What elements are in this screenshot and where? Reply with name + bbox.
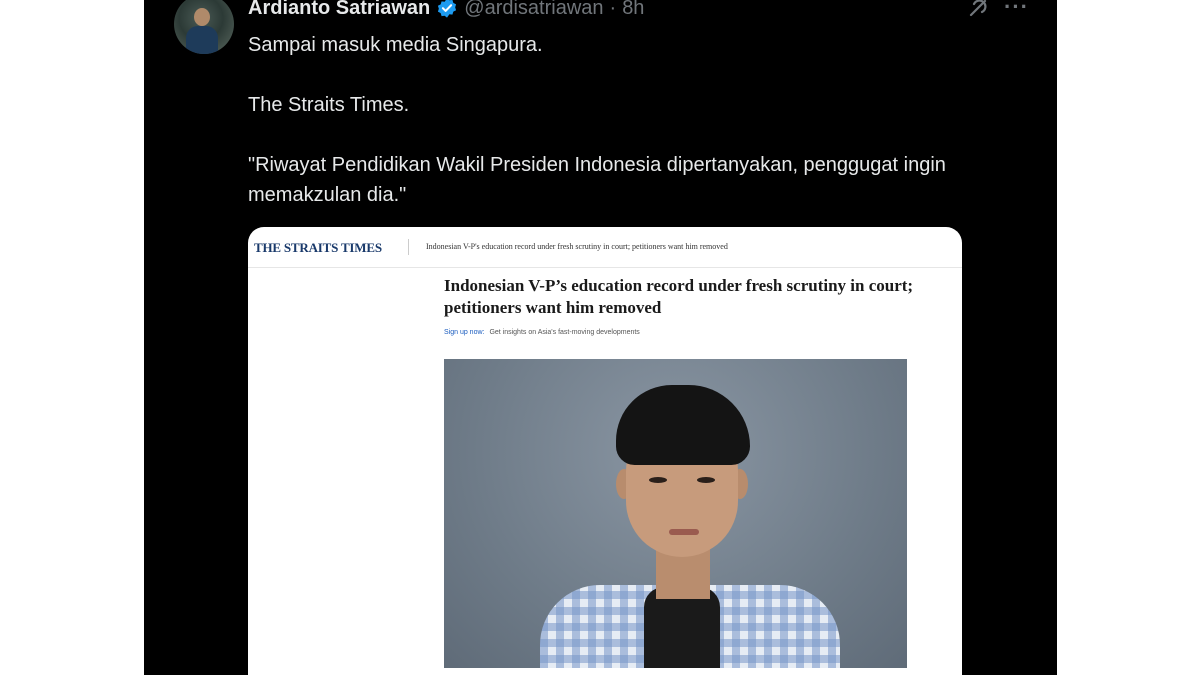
signup-row: Sign up now: Get insights on Asia's fast… [444,329,640,336]
signup-text: Get insights on Asia's fast-moving devel… [489,329,640,336]
grok-icon[interactable] [966,0,990,20]
photo-mouth [669,529,699,535]
publication-header: THE STRAITS TIMES Indonesian V-P's educa… [248,227,962,268]
tweet-text: Sampai masuk media Singapura. The Strait… [248,30,1038,240]
avatar[interactable] [174,0,234,54]
photo-eye-left [649,477,667,483]
tweet-timestamp[interactable]: 8h [622,0,644,20]
verified-badge-icon [436,0,458,19]
display-name[interactable]: Ardianto Satriawan [248,0,430,20]
article-screenshot-card[interactable]: THE STRAITS TIMES Indonesian V-P's educa… [248,227,962,675]
nav-headline: Indonesian V-P's education record under … [426,242,728,251]
separator-dot: · [609,0,617,19]
publication-logo: THE STRAITS TIMES [254,240,382,255]
photo-eye-right [697,477,715,483]
photo-hair [616,385,750,465]
user-handle[interactable]: @ardisatriawan [464,0,603,20]
avatar-head [194,8,210,26]
avatar-body [186,26,218,54]
tweet-paragraph: "Riwayat Pendidikan Wakil Presiden Indon… [248,154,946,206]
article-photo [444,359,907,668]
tweet-frame: Ardianto Satriawan @ardisatriawan · 8h ·… [144,0,1057,675]
header-divider [408,239,409,255]
more-options-icon[interactable]: ··· [1004,0,1029,20]
signup-link: Sign up now: [444,329,485,336]
tweet-paragraph: Sampai masuk media Singapura. [248,34,543,56]
tweet-paragraph: The Straits Times. [248,94,410,116]
tweet-header: Ardianto Satriawan @ardisatriawan · 8h [248,0,644,20]
article-title: Indonesian V-P’s education record under … [444,276,914,317]
photo-undershirt [644,587,720,668]
